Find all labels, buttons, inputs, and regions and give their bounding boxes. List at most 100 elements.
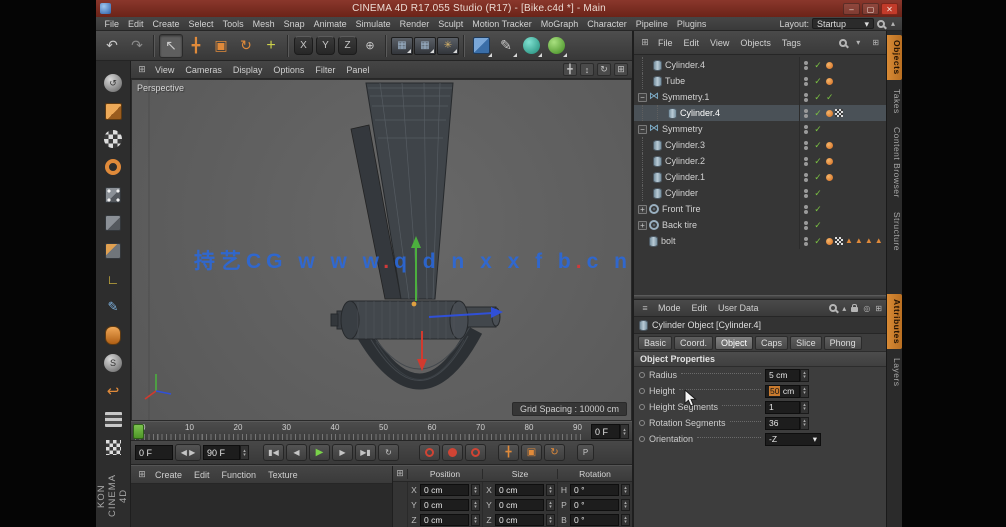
layout-dropdown[interactable]: Startup ▾ [811,18,874,29]
panel-icon[interactable]: ≡ [638,303,652,313]
menu-create[interactable]: Create [148,19,184,29]
scale-tool[interactable]: ▣ [209,34,233,58]
search-icon[interactable] [839,38,848,47]
tab-basic[interactable]: Basic [638,335,673,350]
height-field[interactable]: 50 cm [765,384,800,398]
prev-frame-button[interactable]: ◀ [286,444,307,461]
enable-check[interactable]: ✓ [812,172,824,183]
menu-file[interactable]: File [100,19,124,29]
menu-mesh[interactable]: Mesh [248,19,279,29]
redo-icon[interactable]: ↷ [125,34,149,58]
range-end-field[interactable]: 90 F [203,445,240,460]
enable-check[interactable]: ✓ [812,156,824,167]
orientation-dropdown[interactable]: -Z ▾ [765,432,821,446]
material-tag[interactable] [826,141,833,149]
uvw-tag[interactable] [835,109,843,117]
rotate-tool[interactable]: ↻ [234,34,258,58]
expand-icon[interactable]: + [638,220,647,230]
simulation-icon[interactable]: S [101,351,125,375]
perspective-viewport[interactable]: Perspective 持艺CG w w w.q d n x x f b.c n… [131,79,632,421]
position-y-field[interactable]: 0 cm [420,498,469,511]
tab-phong[interactable]: Phong [823,335,862,350]
grid-icon[interactable]: ⊞ [875,304,882,313]
visibility-dots[interactable] [799,153,812,169]
material-tag[interactable] [826,157,833,165]
enable-check[interactable]: ✓ [812,204,824,215]
material-tag[interactable] [826,61,833,69]
anim-dot[interactable] [639,404,645,410]
material-tag[interactable] [826,109,833,117]
selection-tag[interactable]: ▲ [855,237,863,245]
enable-check[interactable]: ✓ [812,188,824,199]
timeline-ruler[interactable]: 0 10 20 30 40 50 60 70 80 90 0 F [131,421,632,441]
render-settings-button[interactable]: ✳ [437,36,459,55]
menu-pipeline[interactable]: Pipeline [631,19,672,29]
menu-mograph[interactable]: MoGraph [536,19,583,29]
tree-row-cylinder4[interactable]: Cylinder.4 ✓ [634,57,886,73]
enable-check[interactable]: ✓ [812,108,824,119]
menu-simulate[interactable]: Simulate [351,19,395,29]
size-y-field[interactable]: 0 cm [495,498,544,511]
anim-dot[interactable] [639,372,645,378]
rotation-segments-stepper[interactable]: ▴ ▾ [800,416,809,430]
visibility-dots[interactable] [799,57,812,73]
enable-check[interactable]: ✓ [812,236,824,247]
enable-check[interactable]: ✓ [812,140,824,151]
enable-check[interactable]: ✓ [812,92,824,103]
enable-check[interactable]: ✓ [812,60,824,71]
tree-row-back-tire[interactable]: + Back tire ✓ [634,217,886,233]
tree-row-tube[interactable]: Tube ✓ [634,73,886,89]
tree-row-cylinder[interactable]: Cylinder ✓ [634,185,886,201]
add-primitive-button[interactable] [469,34,493,58]
edges-mode-icon[interactable] [101,211,125,235]
rotation-p-field[interactable]: 0 ° [570,498,619,511]
current-frame-field[interactable]: 0 F [591,424,620,439]
visibility-dots[interactable] [799,121,812,137]
panel-icon[interactable]: ⊞ [638,37,652,48]
om-menu-edit[interactable]: Edit [679,38,705,48]
menu-select[interactable]: Select [184,19,218,29]
mograph-button[interactable] [519,34,543,58]
selection-tag[interactable]: ▲ [865,237,873,245]
live-selection-tool[interactable]: ↖ [159,33,183,58]
om-menu-file[interactable]: File [653,38,678,48]
om-menu-tags[interactable]: Tags [777,38,806,48]
search-icon[interactable] [876,19,885,28]
panel-icon[interactable]: ⊞ [135,469,149,480]
loop-button[interactable]: ↻ [378,444,399,461]
last-tool-button[interactable]: + [259,34,283,58]
minimize-button[interactable]: – [843,2,860,15]
menu-sculpt[interactable]: Sculpt [434,19,468,29]
enable-check[interactable]: ✓ [812,220,824,231]
tree-row-bolt[interactable]: bolt ✓ ▲ ▲ ▲ ▲ [634,233,886,249]
next-frame-button[interactable]: ▶ [332,444,353,461]
key-scale-toggle[interactable]: ▣ [521,444,542,461]
key-rotation-toggle[interactable]: ↻ [544,444,565,461]
menu-plugins[interactable]: Plugins [672,19,711,29]
up-icon[interactable]: ▴ [842,304,846,313]
uvw-tag[interactable] [835,237,843,245]
record-keyframe-button[interactable] [419,444,440,461]
add-spline-button[interactable]: ✎ [494,34,518,58]
material-tag[interactable] [826,237,833,245]
selection-tag[interactable]: ▲ [875,237,883,245]
height-segments-field[interactable]: 1 [765,400,800,414]
section-header[interactable]: Object Properties [634,352,886,367]
search-icon[interactable] [829,304,838,312]
tab-layers[interactable]: Layers [887,353,902,392]
mat-menu-texture[interactable]: Texture [262,470,304,480]
viewport-toggle-icon[interactable]: ⊞ [614,63,628,76]
viewport-dolly-icon[interactable]: ↕ [580,63,594,76]
visibility-dots[interactable] [799,73,812,89]
viewport-orbit-icon[interactable]: ↻ [597,63,611,76]
expand-icon[interactable]: + [638,204,647,214]
panel-icon[interactable]: ⊞ [135,64,149,75]
snap-pen-icon[interactable]: ✎ [101,295,125,319]
rotation-h-field[interactable]: 0 ° [570,483,619,496]
tab-takes[interactable]: Takes [887,84,902,119]
points-mode-icon[interactable] [101,183,125,207]
range-end-stepper[interactable]: ▴ ▾ [240,445,249,460]
checker-icon[interactable] [101,435,125,459]
menu-character[interactable]: Character [583,19,632,29]
visibility-dots[interactable] [799,233,812,249]
